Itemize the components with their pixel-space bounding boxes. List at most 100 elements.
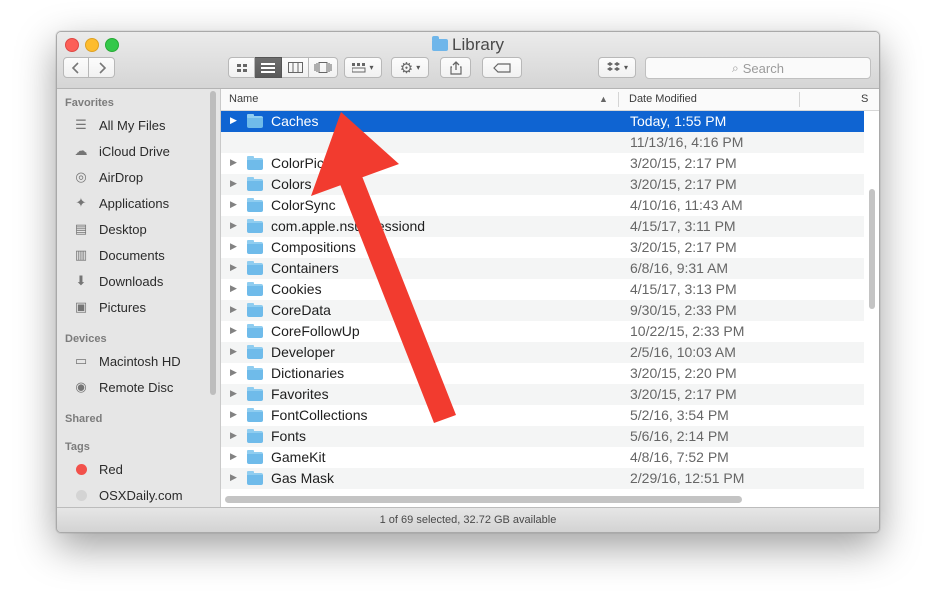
sidebar-item-label: All My Files xyxy=(99,117,166,133)
disclosure-triangle-icon[interactable]: ▶ xyxy=(230,157,240,168)
sidebar-item-applications[interactable]: ✦ Applications xyxy=(71,192,170,214)
back-button[interactable] xyxy=(63,57,89,78)
file-name: ColorSync xyxy=(271,197,336,213)
sidebar-item-remote-disc[interactable]: ◉ Remote Disc xyxy=(71,376,173,398)
name-column-header[interactable]: Name xyxy=(229,89,258,110)
downloads-icon: ⬇ xyxy=(75,273,87,288)
sidebar-item-red[interactable]: Red xyxy=(71,458,123,480)
file-row[interactable]: ▶ CoreFollowUp 10/22/15, 2:33 PM xyxy=(221,321,864,342)
file-row[interactable]: ▶ ColorPick 3/20/15, 2:17 PM xyxy=(221,153,864,174)
folder-icon xyxy=(247,261,263,275)
disclosure-triangle-icon[interactable]: ▶ xyxy=(230,178,240,189)
folder-icon xyxy=(247,219,263,233)
sidebar-scrollbar[interactable] xyxy=(210,91,216,395)
date-modified: 9/30/15, 2:33 PM xyxy=(630,302,737,318)
file-row[interactable]: ▶ Compositions 3/20/15, 2:17 PM xyxy=(221,237,864,258)
status-bar: 1 of 69 selected, 32.72 GB available xyxy=(57,507,879,532)
file-row[interactable]: ▶ Containers 6/8/16, 9:31 AM xyxy=(221,258,864,279)
disclosure-triangle-icon[interactable]: ▶ xyxy=(230,241,240,252)
disclosure-triangle-icon[interactable]: ▶ xyxy=(230,367,240,378)
sidebar-item-label: AirDrop xyxy=(99,169,144,185)
disclosure-triangle-icon[interactable]: ▶ xyxy=(230,115,240,126)
file-row[interactable]: ▶ Colors 3/20/15, 2:17 PM xyxy=(221,174,864,195)
date-modified: Today, 1:55 PM xyxy=(630,113,727,129)
arrange-icon xyxy=(352,62,366,72)
disclosure-triangle-icon[interactable]: ▶ xyxy=(230,472,240,483)
disclosure-triangle-icon[interactable]: ▶ xyxy=(230,388,240,399)
edit-tags-button[interactable] xyxy=(482,57,522,78)
column-divider xyxy=(618,92,619,107)
file-row[interactable]: ▶ Cookies 4/15/17, 3:13 PM xyxy=(221,279,864,300)
file-row[interactable]: 11/13/16, 4:16 PM xyxy=(221,132,864,153)
file-name: Compositions xyxy=(271,239,356,255)
gear-icon: ⚙ xyxy=(399,59,414,77)
list-view-button[interactable] xyxy=(255,57,282,78)
file-row[interactable]: ▶ Favorites 3/20/15, 2:17 PM xyxy=(221,384,864,405)
file-row[interactable]: ▶ Gas Mask 2/29/16, 12:51 PM xyxy=(221,468,864,489)
file-row[interactable]: ▶ Dictionaries 3/20/15, 2:20 PM xyxy=(221,363,864,384)
column-view-button[interactable] xyxy=(282,57,309,78)
file-name: FontCollections xyxy=(271,407,368,423)
sidebar-item-documents[interactable]: ▥ Documents xyxy=(71,244,165,266)
date-modified: 4/15/17, 3:11 PM xyxy=(630,218,736,234)
sidebar-item-desktop[interactable]: ▤ Desktop xyxy=(71,218,147,240)
chevron-down-icon: ▾ xyxy=(623,63,628,72)
disclosure-triangle-icon[interactable]: ▶ xyxy=(230,199,240,210)
vertical-scrollbar[interactable] xyxy=(869,189,875,309)
sidebar-item-all-my-files[interactable]: ☰ All My Files xyxy=(71,114,165,136)
hard-disk-icon: ▭ xyxy=(74,353,88,368)
file-row[interactable]: ▶ ColorSync 4/10/16, 11:43 AM xyxy=(221,195,864,216)
size-column-header[interactable]: S xyxy=(861,89,868,110)
sidebar-item-airdrop[interactable]: ◎ AirDrop xyxy=(71,166,143,188)
action-button[interactable]: ⚙ ▾ xyxy=(391,57,429,78)
forward-button[interactable] xyxy=(89,57,115,78)
sidebar-item-pictures[interactable]: ▣ Pictures xyxy=(71,296,146,318)
date-modified: 10/22/15, 2:33 PM xyxy=(630,323,745,339)
disclosure-triangle-icon[interactable]: ▶ xyxy=(230,346,240,357)
icon-view-button[interactable] xyxy=(228,57,255,78)
folder-icon xyxy=(247,471,263,485)
sidebar-heading-devices: Devices xyxy=(65,333,107,345)
disclosure-triangle-icon[interactable]: ▶ xyxy=(230,220,240,231)
window-title: Library xyxy=(57,35,879,57)
sidebar-item-label: Documents xyxy=(99,247,165,263)
disclosure-triangle-icon[interactable]: ▶ xyxy=(230,283,240,294)
disclosure-triangle-icon[interactable]: ▶ xyxy=(230,409,240,420)
file-row[interactable]: ▶ com.apple.nsurlsessiond 4/15/17, 3:11 PM xyxy=(221,216,864,237)
disclosure-triangle-icon[interactable]: ▶ xyxy=(230,430,240,441)
date-modified: 11/13/16, 4:16 PM xyxy=(630,134,744,150)
share-icon xyxy=(449,60,462,75)
cloud-icon: ☁ xyxy=(74,143,88,158)
file-name: Cookies xyxy=(271,281,322,297)
disclosure-triangle-icon[interactable]: ▶ xyxy=(230,262,240,273)
folder-icon xyxy=(247,303,263,317)
coverflow-view-button[interactable] xyxy=(309,57,338,78)
date-modified: 3/20/15, 2:17 PM xyxy=(630,176,737,192)
disclosure-triangle-icon[interactable]: ▶ xyxy=(230,325,240,336)
file-row[interactable]: ▶ Fonts 5/6/16, 2:14 PM xyxy=(221,426,864,447)
share-button[interactable] xyxy=(440,57,471,78)
file-name: GameKit xyxy=(271,449,326,465)
column-view-icon xyxy=(287,62,303,73)
arrange-button[interactable]: ▾ xyxy=(344,57,382,78)
file-row[interactable]: ▶ CoreData 9/30/15, 2:33 PM xyxy=(221,300,864,321)
date-column-header[interactable]: Date Modified xyxy=(629,89,697,110)
file-name: Colors xyxy=(271,176,312,192)
sidebar-heading-shared: Shared xyxy=(65,413,103,425)
file-row[interactable]: ▶ FontCollections 5/2/16, 3:54 PM xyxy=(221,405,864,426)
file-row[interactable]: ▶ Developer 2/5/16, 10:03 AM xyxy=(221,342,864,363)
date-modified: 4/8/16, 7:52 PM xyxy=(630,449,729,465)
disclosure-triangle-icon[interactable]: ▶ xyxy=(230,304,240,315)
disclosure-triangle-icon[interactable]: ▶ xyxy=(230,451,240,462)
search-field[interactable]: ⌕ Search xyxy=(645,57,871,79)
sidebar-item-downloads[interactable]: ⬇ Downloads xyxy=(71,270,164,292)
search-icon: ⌕ xyxy=(732,60,739,75)
sidebar-item-osxdaily-com[interactable]: OSXDaily.com xyxy=(71,484,183,506)
folder-icon xyxy=(247,240,263,254)
file-row[interactable]: ▶ Caches Today, 1:55 PM xyxy=(221,111,864,132)
sidebar-item-icloud-drive[interactable]: ☁ iCloud Drive xyxy=(71,140,170,162)
dropbox-button[interactable]: ▾ xyxy=(598,57,636,78)
horizontal-scrollbar[interactable] xyxy=(225,496,742,503)
file-row[interactable]: ▶ GameKit 4/8/16, 7:52 PM xyxy=(221,447,864,468)
sidebar-item-macintosh-hd[interactable]: ▭ Macintosh HD xyxy=(71,350,181,372)
